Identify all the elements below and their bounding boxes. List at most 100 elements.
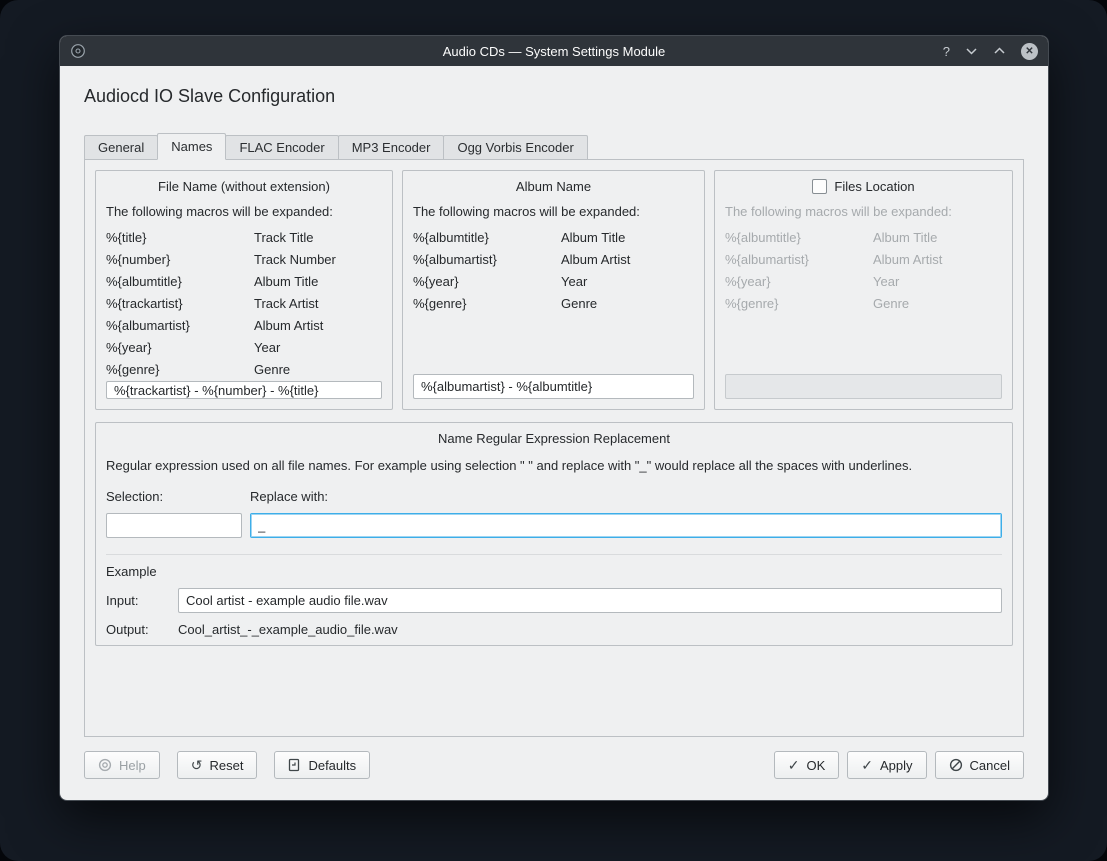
macro-row: %{albumtitle}Album Title	[725, 227, 1002, 249]
apply-button-label: Apply	[880, 758, 913, 773]
group-album-name: Album Name The following macros will be …	[402, 170, 705, 410]
top-groups-row: File Name (without extension) The follow…	[95, 170, 1013, 410]
reset-button[interactable]: ↺ Reset	[177, 751, 258, 779]
macro-desc: Genre	[561, 293, 597, 315]
macros-intro: The following macros will be expanded:	[725, 204, 1002, 219]
macro-row: %{genre}Genre	[106, 359, 382, 381]
replace-with-input[interactable]	[250, 513, 1002, 538]
selection-input[interactable]	[106, 513, 242, 538]
macro-desc: Album Artist	[873, 249, 942, 271]
files-location-checkbox[interactable]	[812, 179, 827, 194]
help-button[interactable]: Help	[84, 751, 160, 779]
module-content: Audiocd IO Slave Configuration General N…	[60, 66, 1048, 779]
macro-name: %{albumartist}	[106, 315, 254, 337]
names-tab-panel: File Name (without extension) The follow…	[84, 159, 1024, 737]
macro-name: %{title}	[106, 227, 254, 249]
tab-names[interactable]: Names	[157, 133, 226, 160]
apply-button[interactable]: ✓ Apply	[847, 751, 926, 779]
help-button-label: Help	[119, 758, 146, 773]
cancel-button[interactable]: Cancel	[935, 751, 1024, 779]
macro-row: %{albumtitle}Album Title	[413, 227, 694, 249]
reset-button-label: Reset	[209, 758, 243, 773]
example-output-row: Output: Cool_artist_-_example_audio_file…	[106, 622, 1002, 637]
example-input-field[interactable]	[178, 588, 1002, 613]
macro-desc: Album Artist	[254, 315, 323, 337]
files-location-pattern-input[interactable]	[725, 374, 1002, 399]
macro-row: %{year}Year	[106, 337, 382, 359]
defaults-button[interactable]: Defaults	[274, 751, 370, 779]
macro-name: %{albumartist}	[413, 249, 561, 271]
check-icon: ✓	[861, 758, 873, 772]
macro-desc: Genre	[873, 293, 909, 315]
example-input-row: Input:	[106, 588, 1002, 613]
regex-description: Regular expression used on all file name…	[106, 458, 1002, 473]
group-file-name-title: File Name (without extension)	[106, 179, 382, 194]
macro-row: %{genre}Genre	[725, 293, 1002, 315]
macro-row: %{title}Track Title	[106, 227, 382, 249]
macro-name: %{year}	[106, 337, 254, 359]
dialog-button-box: Help ↺ Reset Defaults	[84, 751, 1024, 779]
tab-ogg-vorbis-encoder[interactable]: Ogg Vorbis Encoder	[443, 135, 587, 160]
macro-desc: Album Title	[254, 271, 318, 293]
close-button[interactable]: ✕	[1021, 43, 1038, 60]
tab-bar: General Names FLAC Encoder MP3 Encoder O…	[84, 133, 1024, 160]
macro-name: %{genre}	[413, 293, 561, 315]
example-input-label: Input:	[106, 593, 178, 608]
macro-desc: Year	[561, 271, 587, 293]
tab-general[interactable]: General	[84, 135, 158, 160]
macro-row: %{year}Year	[725, 271, 1002, 293]
ok-button[interactable]: ✓ OK	[774, 751, 840, 779]
example-label: Example	[106, 564, 1002, 579]
macro-name: %{year}	[413, 271, 561, 293]
macro-row: %{year}Year	[413, 271, 694, 293]
group-album-name-title: Album Name	[413, 179, 694, 194]
tab-mp3-encoder[interactable]: MP3 Encoder	[338, 135, 445, 160]
cancel-icon	[949, 758, 963, 772]
macro-desc: Year	[873, 271, 899, 293]
example-output-value: Cool_artist_-_example_audio_file.wav	[178, 622, 398, 637]
group-regex-title: Name Regular Expression Replacement	[106, 431, 1002, 446]
macros-intro: The following macros will be expanded:	[106, 204, 382, 219]
group-files-location-title: Files Location	[725, 179, 1002, 194]
macro-row: %{albumartist}Album Artist	[106, 315, 382, 337]
macro-desc: Album Artist	[561, 249, 630, 271]
macro-name: %{albumartist}	[725, 249, 873, 271]
macro-row: %{trackartist}Track Artist	[106, 293, 382, 315]
tab-flac-encoder[interactable]: FLAC Encoder	[225, 135, 338, 160]
titlebar[interactable]: Audio CDs — System Settings Module ? ✕	[60, 36, 1048, 66]
footer-right-buttons: ✓ OK ✓ Apply Cance	[774, 751, 1024, 779]
macro-row: %{albumtitle}Album Title	[106, 271, 382, 293]
macro-row: %{albumartist}Album Artist	[725, 249, 1002, 271]
macro-name: %{genre}	[106, 359, 254, 381]
titlebar-help-button[interactable]: ?	[943, 44, 950, 59]
macro-desc: Track Number	[254, 249, 336, 271]
file-name-pattern-input[interactable]	[106, 381, 382, 399]
window-icon	[70, 43, 86, 59]
page-title: Audiocd IO Slave Configuration	[84, 86, 1024, 107]
group-file-name: File Name (without extension) The follow…	[95, 170, 393, 410]
macro-name: %{albumtitle}	[413, 227, 561, 249]
selection-field-group: Selection:	[106, 489, 242, 538]
chevron-down-icon[interactable]	[965, 46, 978, 56]
macro-desc: Genre	[254, 359, 290, 381]
footer-left-buttons: Help ↺ Reset Defaults	[84, 751, 370, 779]
desktop-background: Audio CDs — System Settings Module ? ✕ A…	[0, 0, 1107, 861]
replace-field-group: Replace with:	[250, 489, 1002, 538]
macro-desc: Track Artist	[254, 293, 319, 315]
group-regex-replacement: Name Regular Expression Replacement Regu…	[95, 422, 1013, 646]
album-name-pattern-input[interactable]	[413, 374, 694, 399]
macro-row: %{number}Track Number	[106, 249, 382, 271]
reset-icon: ↺	[191, 758, 203, 772]
chevron-up-icon[interactable]	[993, 46, 1006, 56]
example-separator	[106, 554, 1002, 555]
macro-row: %{genre}Genre	[413, 293, 694, 315]
macro-name: %{albumtitle}	[106, 271, 254, 293]
regex-inputs-row: Selection: Replace with:	[106, 489, 1002, 538]
macro-name: %{albumtitle}	[725, 227, 873, 249]
window-title: Audio CDs — System Settings Module	[60, 44, 1048, 59]
macros-intro: The following macros will be expanded:	[413, 204, 694, 219]
macro-name: %{year}	[725, 271, 873, 293]
macro-name: %{genre}	[725, 293, 873, 315]
window-controls: ? ✕	[943, 43, 1038, 60]
macro-desc: Track Title	[254, 227, 313, 249]
